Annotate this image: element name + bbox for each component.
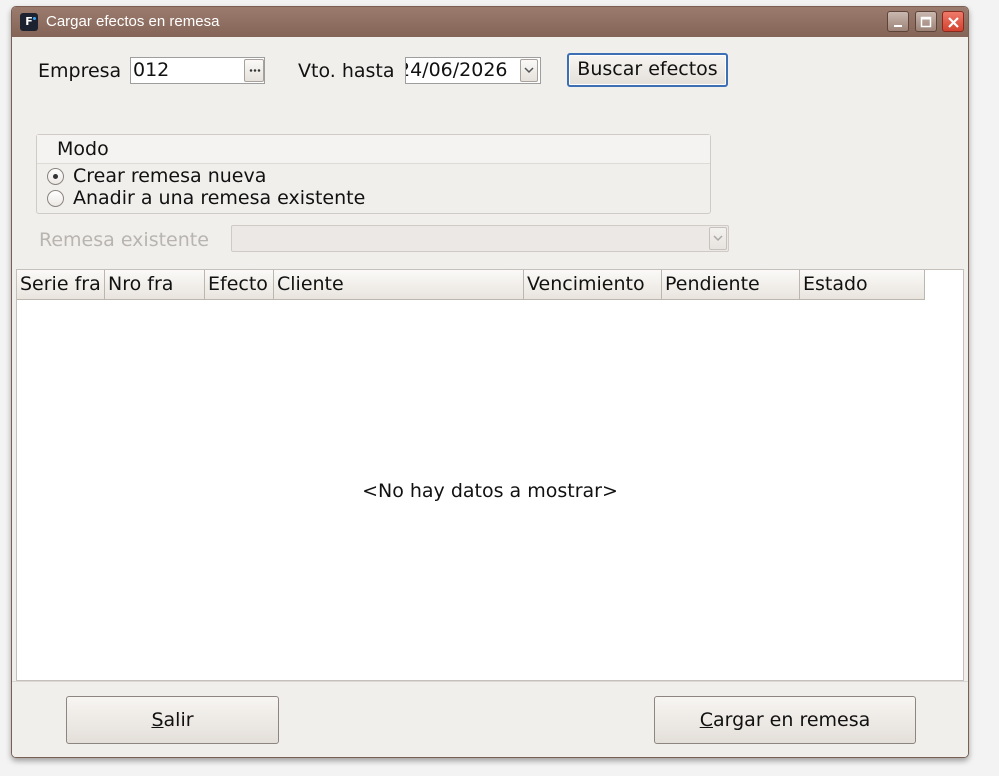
chevron-down-icon — [713, 235, 723, 242]
exit-accelerator: S — [151, 709, 164, 731]
empresa-value: 012 — [133, 59, 170, 81]
ellipsis-icon — [249, 69, 261, 72]
minimize-button[interactable] — [887, 11, 909, 32]
empresa-lookup-button[interactable] — [244, 59, 264, 82]
vto-value: 24/06/2026 — [405, 59, 508, 81]
load-remittance-button[interactable]: Cargar en remesa — [654, 696, 916, 744]
empresa-label: Empresa — [38, 60, 122, 82]
grid-header: Serie fra Nro fra Efecto Cliente Vencimi… — [17, 270, 925, 300]
column-header-estado[interactable]: Estado — [800, 270, 925, 300]
existing-remittance-select — [231, 225, 729, 252]
radio-button[interactable] — [47, 190, 64, 207]
load-label: argar en remesa — [713, 709, 871, 731]
column-header-serie[interactable]: Serie fra — [17, 270, 105, 300]
window-title: Cargar efectos en remesa — [46, 13, 220, 30]
existing-remittance-dropdown-button — [709, 227, 727, 250]
maximize-icon — [920, 16, 932, 28]
empty-grid-message: <No hay datos a mostrar> — [362, 480, 618, 502]
minimize-icon — [894, 25, 902, 27]
close-icon — [948, 17, 959, 28]
effects-grid[interactable]: Serie fra Nro fra Efecto Cliente Vencimi… — [16, 269, 964, 681]
exit-label: alir — [163, 709, 194, 731]
vto-label: Vto. hasta — [298, 60, 395, 82]
exit-button[interactable]: Salir — [66, 696, 279, 744]
vto-dropdown-button[interactable] — [520, 59, 538, 82]
search-button[interactable]: Buscar efectos — [567, 53, 728, 87]
mode-group-header: Modo — [37, 135, 710, 164]
column-header-nro[interactable]: Nro fra — [105, 270, 205, 300]
radio-label: Crear remesa nueva — [73, 165, 267, 187]
column-header-efecto[interactable]: Efecto — [205, 270, 274, 300]
column-header-vencimiento[interactable]: Vencimiento — [524, 270, 662, 300]
app-icon: F — [20, 13, 38, 31]
mode-group-title: Modo — [57, 138, 109, 160]
mode-group: Modo Crear remesa nueva Anadir a una rem… — [36, 134, 711, 214]
dialog-window: F Cargar efectos en remesa Empresa 012 V… — [11, 6, 969, 758]
column-header-pendiente[interactable]: Pendiente — [662, 270, 800, 300]
maximize-button[interactable] — [915, 11, 937, 32]
radio-label: Anadir a una remesa existente — [73, 187, 366, 209]
chevron-down-icon — [524, 67, 534, 74]
radio-button-checked[interactable] — [47, 168, 64, 185]
button-bar: Salir Cargar en remesa — [12, 681, 968, 757]
close-button[interactable] — [942, 11, 964, 32]
dialog-body: Empresa 012 Vto. hasta 24/06/2026 Buscar… — [12, 37, 968, 757]
load-accelerator: C — [699, 709, 713, 731]
column-header-cliente[interactable]: Cliente — [274, 270, 524, 300]
existing-remittance-label: Remesa existente — [39, 229, 209, 251]
title-bar[interactable]: F Cargar efectos en remesa — [12, 7, 968, 37]
